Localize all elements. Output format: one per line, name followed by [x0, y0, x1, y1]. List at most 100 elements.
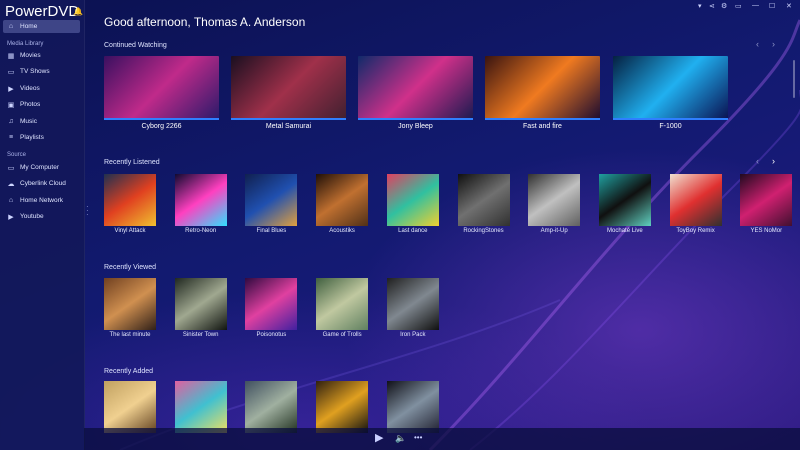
close-icon[interactable]: ✕	[786, 2, 792, 10]
scrollbar[interactable]	[793, 60, 795, 98]
recently-viewed-thumbnail[interactable]	[175, 278, 227, 330]
music-icon: ♫	[5, 118, 17, 125]
sidebar-item-playlists[interactable]: ≡ Playlists	[3, 131, 80, 144]
recently-viewed-thumbnail[interactable]	[387, 278, 439, 330]
recently-listened-title: Vinyl Attack	[98, 228, 162, 234]
photo-icon: ▣	[5, 101, 17, 109]
recently-listened-thumbnail[interactable]	[175, 174, 227, 226]
sidebar: PowerDVD 🔔 ⌂ Home Media Library ▦ Movies…	[0, 0, 85, 450]
app-title: PowerDVD	[5, 3, 79, 20]
continue-watching-thumbnail[interactable]	[104, 56, 219, 120]
continue-watching-thumbnail[interactable]	[613, 56, 728, 120]
recently-listened-title: Amp-it-Up	[522, 228, 586, 234]
recently-listened-thumbnail[interactable]	[245, 174, 297, 226]
recently-added-thumbnail[interactable]	[104, 381, 156, 433]
continue-watching-thumbnail[interactable]	[231, 56, 346, 120]
sidebar-item-videos[interactable]: ▶ Videos	[3, 82, 80, 95]
recently-listened-title: Acoustiks	[310, 228, 374, 234]
sidebar-item-youtube[interactable]: ▶ Youtube	[3, 210, 80, 223]
recently-listened-title: YES NoMor	[734, 228, 798, 234]
scroll-left-arrow[interactable]: ‹	[756, 39, 759, 49]
recently-listened-title: Recently Listened	[104, 159, 160, 166]
tv-icon: ▭	[5, 68, 17, 76]
gear-icon[interactable]: ⚙	[721, 2, 727, 10]
progress-bar	[104, 118, 219, 120]
recently-added-title: Recently Added	[104, 368, 153, 375]
sidebar-item-home-network[interactable]: ⌂ Home Network	[3, 194, 80, 207]
continue-watching-title: Jony Bleep	[358, 123, 473, 130]
recently-listened-thumbnail[interactable]	[670, 174, 722, 226]
recently-added-thumbnail[interactable]	[316, 381, 368, 433]
recently-listened-thumbnail[interactable]	[104, 174, 156, 226]
continue-watching-title: Metal Samurai	[231, 123, 346, 130]
recently-listened-title: RockingStones	[452, 228, 516, 234]
volume-icon[interactable]: 🔈	[395, 433, 406, 444]
recently-viewed-title: Poisonotus	[239, 332, 303, 338]
recently-listened-title: Retro-Neon	[169, 228, 233, 234]
scroll-right-arrow[interactable]: ›	[772, 156, 775, 166]
sidebar-item-movies[interactable]: ▦ Movies	[3, 49, 80, 62]
progress-bar	[231, 118, 346, 120]
maximize-icon[interactable]: ☐	[769, 2, 775, 10]
recently-viewed-title: Sinister Town	[169, 332, 233, 338]
recently-listened-thumbnail[interactable]	[599, 174, 651, 226]
recently-listened-title: ToyBoy Remix	[664, 228, 728, 234]
sidebar-item-cyberlink-cloud[interactable]: ☁ Cyberlink Cloud	[3, 177, 80, 190]
continue-watching-thumbnail[interactable]	[358, 56, 473, 120]
sidebar-item-tv-shows[interactable]: ▭ TV Shows	[3, 65, 80, 78]
greeting: Good afternoon, Thomas A. Anderson	[104, 15, 305, 29]
scroll-left-arrow[interactable]: ‹	[756, 156, 759, 166]
network-icon: ⌂	[5, 197, 17, 204]
sidebar-item-label: Home Network	[20, 197, 63, 204]
continue-watching-thumbnail[interactable]	[485, 56, 600, 120]
continued-watching-title: Continued Watching	[104, 42, 167, 49]
sidebar-item-my-computer[interactable]: ▭ My Computer	[3, 161, 80, 174]
source-label: Source	[7, 152, 26, 158]
player-bar	[84, 428, 800, 450]
sidebar-item-label: Videos	[20, 85, 40, 92]
sidebar-item-label: Home	[20, 23, 37, 30]
recently-listened-thumbnail[interactable]	[528, 174, 580, 226]
scroll-right-arrow[interactable]: ›	[772, 39, 775, 49]
recently-listened-thumbnail[interactable]	[740, 174, 792, 226]
home-icon: ⌂	[5, 23, 17, 30]
sidebar-item-music[interactable]: ♫ Music	[3, 115, 80, 128]
recently-added-thumbnail[interactable]	[387, 381, 439, 433]
recently-viewed-title: Iron Pack	[381, 332, 445, 338]
sidebar-item-home[interactable]: ⌂ Home	[3, 20, 80, 33]
chevron-down-icon[interactable]: ▾	[698, 2, 702, 10]
recently-viewed-title: The last minute	[98, 332, 162, 338]
cloud-icon: ☁	[5, 180, 17, 188]
window-icon[interactable]: ▭	[735, 2, 742, 10]
sidebar-item-label: Photos	[20, 101, 40, 108]
recently-added-thumbnail[interactable]	[175, 381, 227, 433]
recently-viewed-thumbnail[interactable]	[316, 278, 368, 330]
recently-viewed-thumbnail[interactable]	[104, 278, 156, 330]
recently-added-thumbnail[interactable]	[245, 381, 297, 433]
recently-listened-title: Last dance	[381, 228, 445, 234]
recently-viewed-thumbnail[interactable]	[245, 278, 297, 330]
recently-viewed-title: Recently Viewed	[104, 264, 156, 271]
computer-icon: ▭	[5, 164, 17, 172]
minimize-icon[interactable]: —	[752, 2, 759, 9]
media-library-label: Media Library	[7, 41, 43, 47]
more-icon[interactable]: •••	[414, 433, 422, 442]
sidebar-item-label: Movies	[20, 52, 41, 59]
continue-watching-title: Fast and fire	[485, 123, 600, 130]
continue-watching-title: Cyborg 2266	[104, 123, 219, 130]
video-icon: ▶	[5, 85, 17, 93]
sidebar-item-label: My Computer	[20, 164, 59, 171]
share-icon[interactable]: ⋖	[709, 2, 715, 10]
recently-listened-thumbnail[interactable]	[387, 174, 439, 226]
recently-listened-thumbnail[interactable]	[458, 174, 510, 226]
progress-bar	[485, 118, 600, 120]
bell-icon[interactable]: 🔔	[73, 7, 83, 16]
sidebar-item-photos[interactable]: ▣ Photos	[3, 98, 80, 111]
recently-listened-thumbnail[interactable]	[316, 174, 368, 226]
sidebar-resize-handle[interactable]: ···	[86, 205, 89, 217]
play-icon[interactable]: ▶	[375, 431, 383, 444]
recently-viewed-title: Game of Trolls	[310, 332, 374, 338]
playlist-icon: ≡	[5, 134, 17, 141]
recently-listened-title: Final Blues	[239, 228, 303, 234]
youtube-icon: ▶	[5, 213, 17, 221]
